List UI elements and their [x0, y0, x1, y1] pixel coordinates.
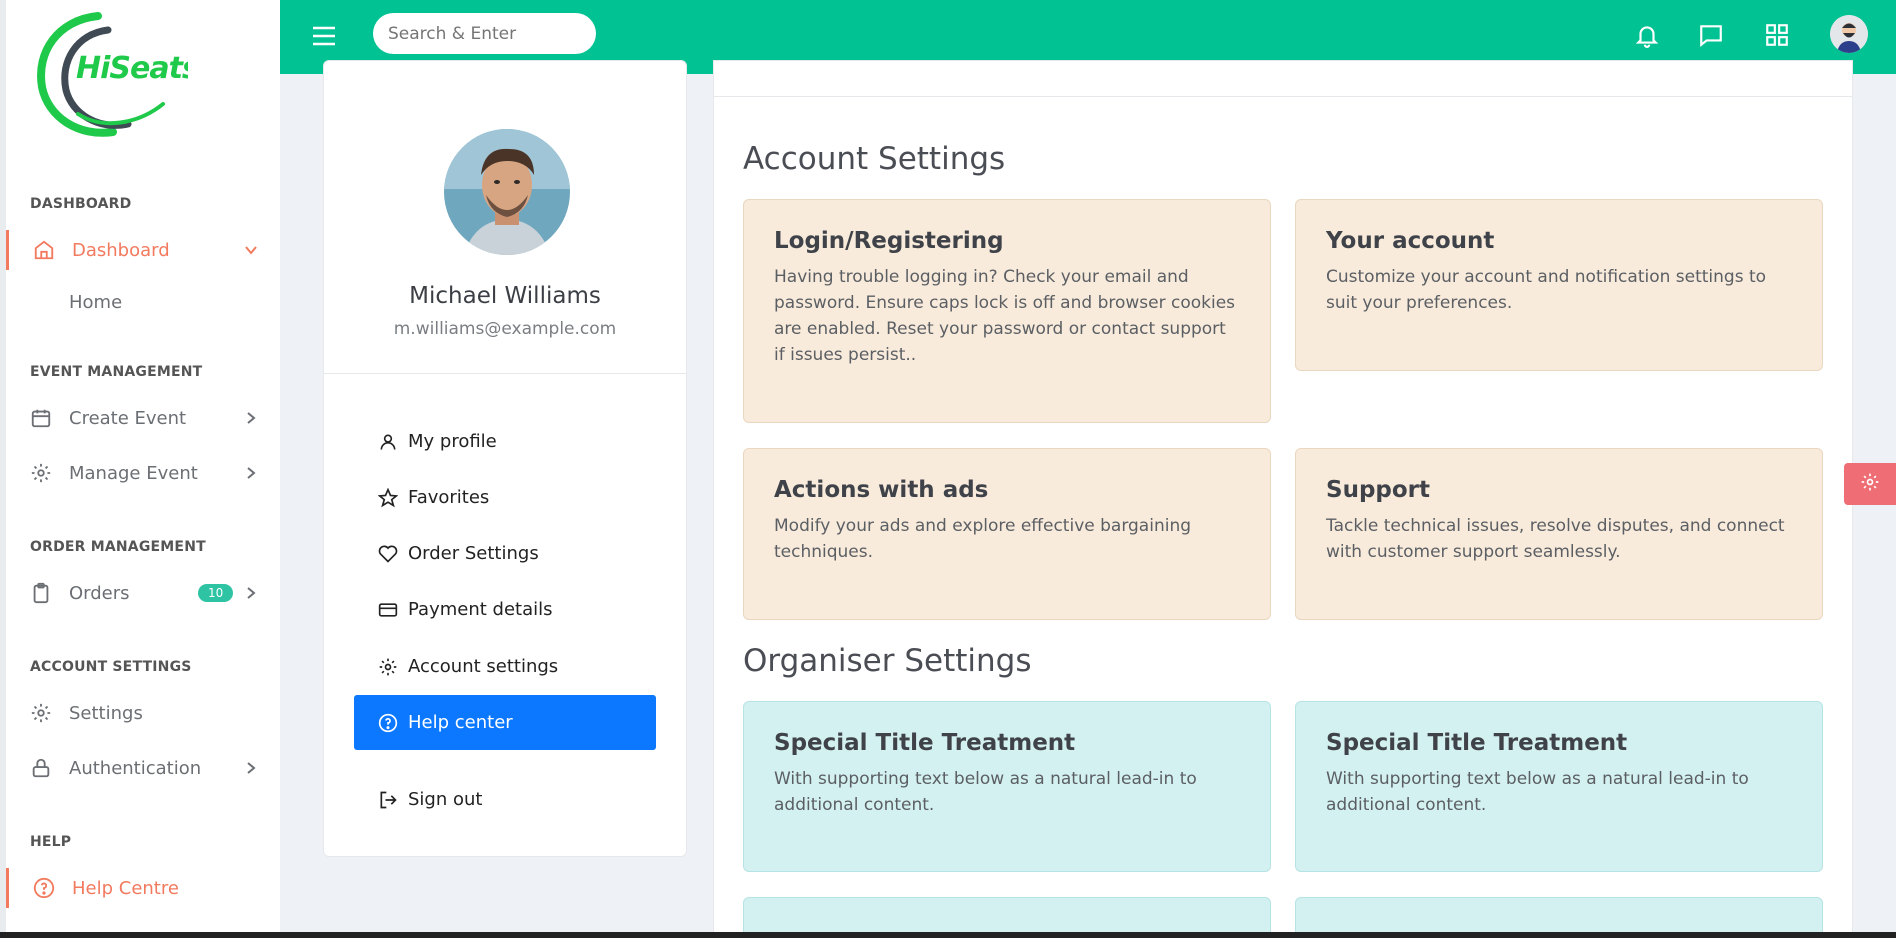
- tile-title: Support: [1326, 477, 1431, 503]
- section-label-help: HELP: [30, 834, 72, 850]
- tile-text: With supporting text below as a natural …: [774, 769, 1197, 815]
- profile-menu-help-center[interactable]: Help center: [354, 695, 656, 750]
- sidebar-item-label: Manage Event: [69, 462, 198, 484]
- tile-support[interactable]: Support Tackle technical issues, resolve…: [1295, 448, 1823, 620]
- chevron-right-icon[interactable]: [244, 466, 258, 480]
- tile-title: Your account: [1326, 228, 1495, 254]
- tile-title: Special Title Treatment: [1326, 730, 1628, 756]
- menu-label: Payment details: [408, 599, 553, 620]
- chevron-right-icon[interactable]: [244, 761, 258, 775]
- star-icon: [376, 486, 400, 510]
- profile-email: m.williams@example.com: [393, 319, 617, 339]
- bell-icon[interactable]: [1632, 20, 1662, 50]
- tile-text: Tackle technical issues, resolve dispute…: [1326, 516, 1785, 562]
- profile-menu-favorites[interactable]: Favorites: [354, 470, 656, 525]
- gear-icon: [1860, 472, 1880, 496]
- sidebar-item-create-event[interactable]: Create Event: [6, 398, 280, 438]
- chevron-right-icon[interactable]: [244, 411, 258, 425]
- user-avatar[interactable]: [1830, 15, 1868, 53]
- profile-name: Michael Williams: [409, 283, 601, 309]
- user-icon: [376, 430, 400, 454]
- divider: [324, 373, 686, 374]
- gear-icon: [28, 460, 54, 486]
- settings-fab-button[interactable]: [1844, 463, 1896, 505]
- lock-icon: [28, 755, 54, 781]
- svg-text:HiSeats: HiSeats: [76, 51, 188, 86]
- tile-text: With supporting text below as a natural …: [1326, 769, 1749, 815]
- tile-actions-with-ads[interactable]: Actions with ads Modify your ads and exp…: [743, 448, 1271, 620]
- sidebar-subitem-home[interactable]: Home: [69, 292, 122, 313]
- hiseats-logo[interactable]: HiSeats: [28, 12, 200, 140]
- sidebar-item-label: Dashboard: [72, 239, 170, 261]
- menu-icon[interactable]: [310, 22, 338, 50]
- profile-photo: [444, 129, 570, 255]
- menu-label: Favorites: [408, 487, 490, 508]
- credit-card-icon: [376, 598, 400, 622]
- sidebar-item-settings[interactable]: Settings: [6, 693, 280, 733]
- profile-menu-sign-out[interactable]: Sign out: [354, 772, 656, 827]
- section-label-event-management: EVENT MANAGEMENT: [30, 364, 203, 380]
- tile-login-registering[interactable]: Login/Registering Having trouble logging…: [743, 199, 1271, 423]
- gear-icon: [28, 700, 54, 726]
- sidebar-item-orders[interactable]: Orders 10: [6, 573, 280, 613]
- help-circle-icon: [31, 875, 57, 901]
- clipboard-icon: [28, 580, 54, 606]
- profile-menu-payment-details[interactable]: Payment details: [354, 582, 656, 637]
- tile-text: Customize your account and notification …: [1326, 267, 1767, 313]
- sign-out-icon: [376, 788, 400, 812]
- help-circle-icon: [376, 711, 400, 735]
- section-label-account-settings: ACCOUNT SETTINGS: [30, 659, 192, 675]
- sidebar-item-label: Authentication: [69, 757, 202, 779]
- home-icon: [31, 237, 57, 263]
- tile-your-account[interactable]: Your account Customize your account and …: [1295, 199, 1823, 371]
- tile-title: Actions with ads: [774, 477, 989, 503]
- menu-label: Help center: [408, 712, 513, 733]
- sidebar-item-authentication[interactable]: Authentication: [6, 748, 280, 788]
- sidebar-item-dashboard[interactable]: Dashboard: [6, 230, 280, 270]
- profile-card: Michael Williams m.williams@example.com …: [323, 60, 687, 857]
- profile-menu-order-settings[interactable]: Order Settings: [354, 526, 656, 581]
- tile-title: Special Title Treatment: [774, 730, 1076, 756]
- sidebar-item-manage-event[interactable]: Manage Event: [6, 453, 280, 493]
- tile-text: Modify your ads and explore effective ba…: [774, 516, 1192, 562]
- divider: [714, 96, 1852, 97]
- sidebar-item-help-centre[interactable]: Help Centre: [6, 868, 280, 908]
- sidebar: HiSeats DASHBOARD Dashboard Home EVENT M…: [0, 0, 280, 932]
- chat-icon[interactable]: [1696, 20, 1726, 50]
- menu-label: My profile: [408, 431, 497, 452]
- profile-menu-account-settings[interactable]: Account settings: [354, 639, 656, 694]
- gear-icon: [376, 655, 400, 679]
- sidebar-item-label: Orders: [69, 582, 130, 604]
- chevron-down-icon[interactable]: [244, 243, 258, 257]
- window-bottom-edge: [0, 932, 1896, 938]
- search-input[interactable]: [373, 13, 596, 54]
- organiser-settings-title: Organiser Settings: [743, 643, 1032, 679]
- sidebar-item-label: Help Centre: [72, 877, 179, 899]
- heart-icon: [376, 542, 400, 566]
- help-content-card: Account Settings Login/Registering Havin…: [713, 60, 1853, 938]
- orders-count-badge: 10: [198, 584, 234, 602]
- menu-label: Order Settings: [408, 543, 539, 564]
- apps-grid-icon[interactable]: [1762, 20, 1792, 50]
- section-label-order-management: ORDER MANAGEMENT: [30, 539, 206, 555]
- tile-text: Having trouble logging in? Check your em…: [774, 267, 1236, 365]
- section-label-dashboard: DASHBOARD: [30, 196, 132, 212]
- tile-title: Login/Registering: [774, 228, 1004, 254]
- account-settings-title: Account Settings: [743, 141, 1006, 177]
- tile-special-title-treatment[interactable]: Special Title Treatment With supporting …: [1295, 701, 1823, 872]
- sidebar-item-label: Settings: [69, 702, 143, 724]
- sidebar-item-label: Create Event: [69, 407, 187, 429]
- profile-menu-my-profile[interactable]: My profile: [354, 414, 656, 469]
- chevron-right-icon[interactable]: [244, 586, 258, 600]
- calendar-icon: [28, 405, 54, 431]
- tile-special-title-treatment[interactable]: Special Title Treatment With supporting …: [743, 701, 1271, 872]
- menu-label: Sign out: [408, 789, 483, 810]
- menu-label: Account settings: [408, 656, 559, 677]
